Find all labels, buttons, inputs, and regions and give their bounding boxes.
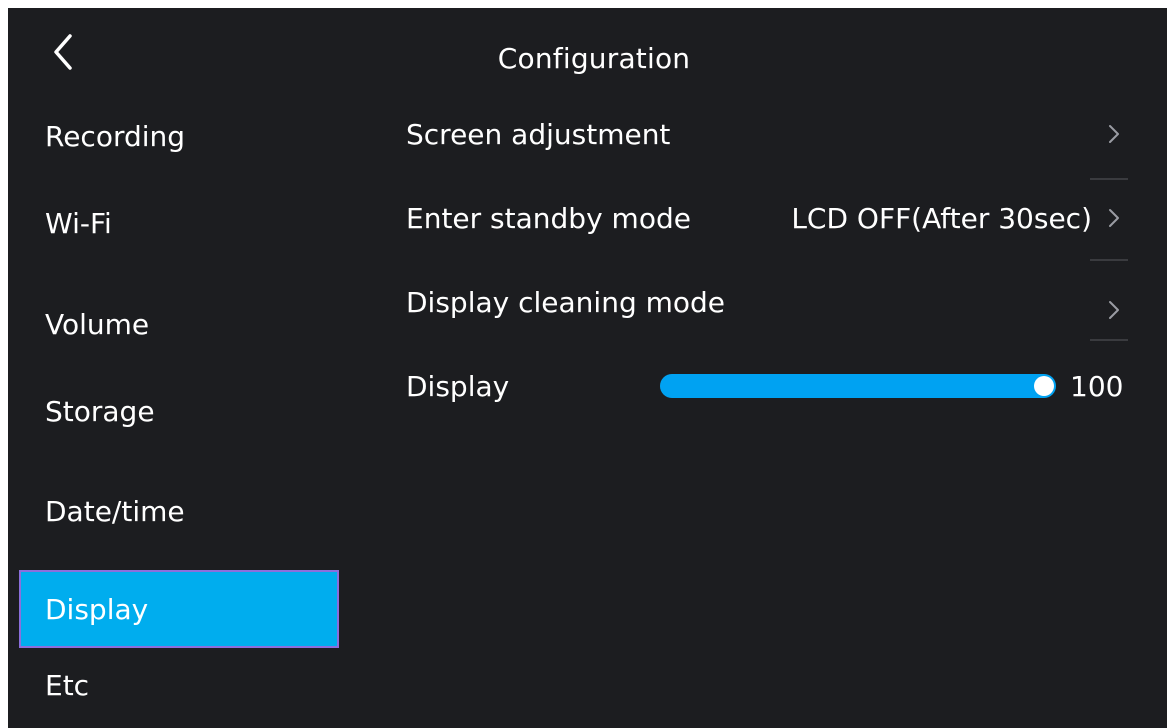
standby-mode-value: LCD OFF(After 30sec) bbox=[791, 201, 1092, 235]
brightness-value: 100 bbox=[1070, 369, 1124, 403]
divider bbox=[1090, 178, 1128, 180]
cleaning-mode-label: Display cleaning mode bbox=[406, 285, 726, 319]
configuration-screen: Configuration Recording Wi-Fi Volume Sto… bbox=[8, 8, 1167, 728]
brightness-slider[interactable] bbox=[660, 374, 1056, 398]
standby-mode-row[interactable]: Enter standby mode LCD OFF(After 30sec) bbox=[406, 188, 1126, 248]
chevron-right-icon bbox=[1106, 298, 1122, 322]
sidebar-item-etc[interactable]: Etc bbox=[19, 646, 339, 724]
divider bbox=[1090, 259, 1128, 261]
standby-mode-label: Enter standby mode bbox=[406, 201, 691, 235]
divider bbox=[1090, 339, 1128, 341]
sidebar-item-label: Wi-Fi bbox=[45, 206, 112, 240]
sidebar-item-label: Volume bbox=[45, 307, 150, 341]
chevron-right-icon bbox=[1106, 122, 1122, 146]
sidebar-item-date-time[interactable]: Date/time bbox=[19, 472, 339, 550]
sidebar-item-storage[interactable]: Storage bbox=[19, 372, 339, 450]
sidebar-item-label: Date/time bbox=[45, 494, 185, 528]
brightness-row: Display 100 bbox=[406, 362, 1136, 410]
cleaning-mode-row[interactable]: Display cleaning mode bbox=[406, 272, 1126, 332]
brightness-label: Display bbox=[406, 369, 510, 403]
sidebar-item-label: Recording bbox=[45, 119, 186, 153]
chevron-right-icon bbox=[1106, 206, 1122, 230]
sidebar-item-volume[interactable]: Volume bbox=[19, 285, 339, 363]
sidebar-item-wifi[interactable]: Wi-Fi bbox=[19, 184, 339, 262]
screen-adjustment-row[interactable]: Screen adjustment bbox=[406, 104, 1126, 164]
sidebar-item-label: Display bbox=[45, 592, 149, 626]
sidebar-item-label: Storage bbox=[45, 394, 155, 428]
brightness-slider-thumb[interactable] bbox=[1034, 376, 1054, 396]
brightness-slider-fill bbox=[660, 374, 1056, 398]
sidebar: Recording Wi-Fi Volume Storage Date/time… bbox=[8, 8, 348, 728]
screen-adjustment-label: Screen adjustment bbox=[406, 117, 671, 151]
sidebar-item-label: Etc bbox=[45, 668, 90, 702]
sidebar-item-display[interactable]: Display bbox=[19, 570, 339, 648]
sidebar-item-recording[interactable]: Recording bbox=[19, 97, 339, 175]
